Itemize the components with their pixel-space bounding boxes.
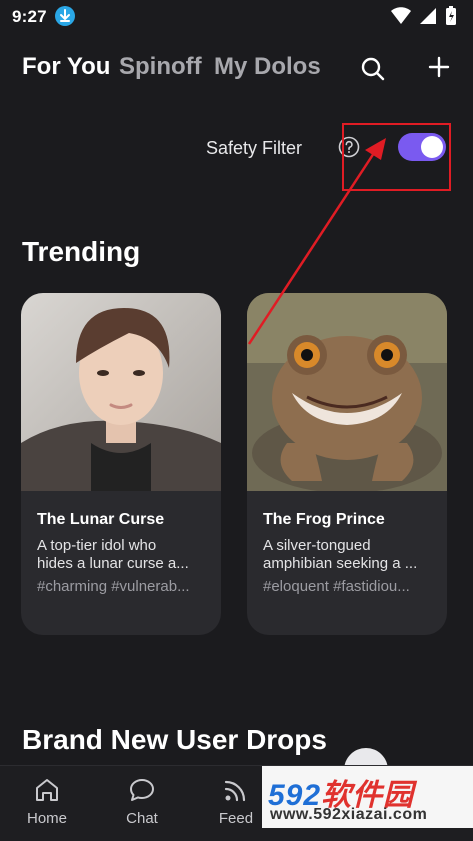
bottom-nav-home[interactable]: Home bbox=[17, 776, 77, 827]
watermark-url: www.592xiazai.com bbox=[270, 806, 428, 823]
bottom-nav-feed[interactable]: Feed bbox=[206, 776, 266, 827]
tab-for-you[interactable]: For You bbox=[22, 53, 110, 81]
signal-icon bbox=[420, 8, 436, 24]
trending-title: Trending bbox=[22, 236, 141, 267]
card-description-line: hides a lunar curse a... bbox=[37, 555, 189, 572]
character-card[interactable]: The Frog Prince A silver-tongued amphibi… bbox=[247, 293, 447, 635]
status-bar: 9:27 bbox=[0, 0, 473, 34]
bottom-nav-chat[interactable]: Chat bbox=[112, 776, 172, 827]
card-tags: #charming #vulnerab... bbox=[37, 578, 190, 595]
tab-my-dolos[interactable]: My Dolos bbox=[214, 53, 321, 81]
chat-bubble-icon bbox=[130, 779, 154, 801]
safety-filter-label: Safety Filter bbox=[206, 138, 303, 158]
card-description: A top-tier idol who hides a lunar curse … bbox=[37, 537, 209, 573]
top-nav: For You Spinoff My Dolos bbox=[0, 50, 473, 86]
character-card[interactable]: The Lunar Curse A top-tier idol who hide… bbox=[21, 293, 221, 635]
download-icon bbox=[55, 6, 75, 26]
card-description-line: A silver-tongued bbox=[263, 537, 371, 554]
home-icon bbox=[36, 779, 58, 801]
card-portrait-image bbox=[21, 293, 221, 491]
card-description-line: amphibian seeking a ... bbox=[263, 555, 418, 572]
status-icons bbox=[391, 6, 457, 26]
card-description-line: A top-tier idol who bbox=[37, 537, 157, 554]
battery-icon bbox=[446, 6, 456, 25]
card-title: The Lunar Curse bbox=[37, 511, 165, 528]
search-icon[interactable] bbox=[360, 56, 386, 82]
plus-icon[interactable] bbox=[428, 56, 450, 78]
rss-feed-icon bbox=[224, 780, 246, 802]
tab-spinoff[interactable]: Spinoff bbox=[119, 53, 202, 81]
card-tags: #eloquent #fastidiou... bbox=[263, 578, 410, 595]
annotation-highlight-box bbox=[342, 123, 451, 191]
card-description: A silver-tongued amphibian seeking a ... bbox=[263, 537, 435, 573]
card-frog-image bbox=[247, 293, 447, 491]
bottom-nav-label: Feed bbox=[218, 810, 254, 827]
bottom-nav-label: Home bbox=[26, 810, 67, 827]
card-title: The Frog Prince bbox=[263, 511, 385, 528]
new-user-drops-title: Brand New User Drops bbox=[22, 724, 327, 755]
watermark: 592软件园 www.592xiazai.com bbox=[262, 766, 473, 828]
status-time: 9:27 bbox=[12, 7, 47, 26]
bottom-nav-label: Chat bbox=[126, 810, 158, 827]
wifi-icon bbox=[391, 7, 411, 24]
